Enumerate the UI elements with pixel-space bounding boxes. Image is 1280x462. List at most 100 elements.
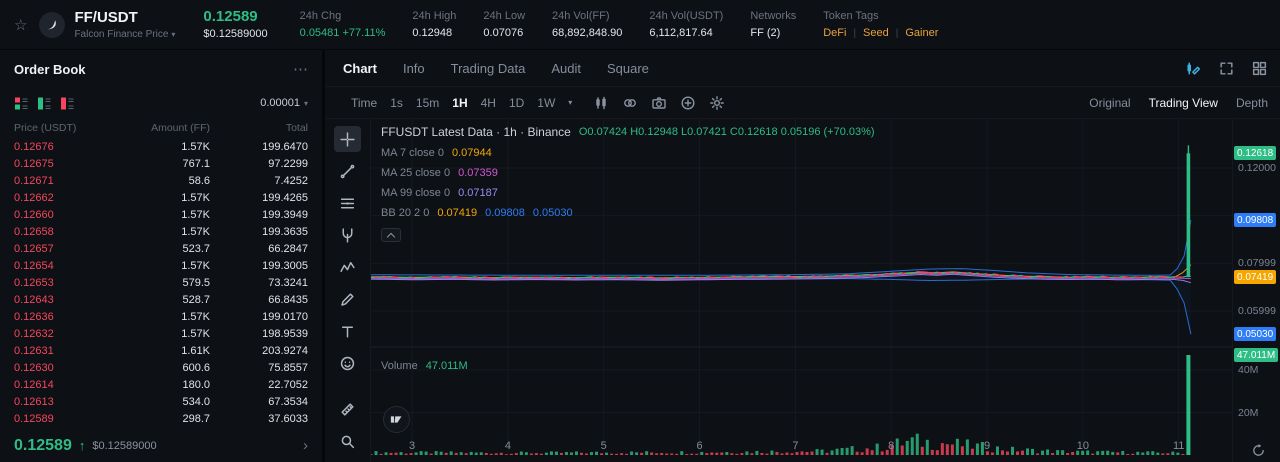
ask-total: 198.9539 bbox=[262, 327, 308, 340]
interval-4h[interactable]: 4H bbox=[481, 96, 496, 110]
interval-1w[interactable]: 1W bbox=[537, 96, 555, 110]
ask-amount: 58.6 bbox=[188, 174, 210, 187]
ask-row[interactable]: 0.12676 1.57K 199.6470 bbox=[14, 138, 308, 155]
stat-label: 24h High bbox=[412, 10, 457, 22]
add-indicator-icon[interactable] bbox=[680, 95, 696, 111]
token-tag-gainer[interactable]: Gainer bbox=[905, 27, 938, 39]
mode-original[interactable]: Original bbox=[1089, 96, 1130, 110]
stat-label: 24h Chg bbox=[299, 10, 342, 22]
token-tag-seed[interactable]: Seed bbox=[863, 27, 889, 39]
pair-subtitle[interactable]: Falcon Finance Price ▾ bbox=[74, 29, 175, 40]
tab-square[interactable]: Square bbox=[607, 61, 649, 76]
ask-total: 75.8557 bbox=[268, 361, 308, 374]
ob-view-bids-icon[interactable] bbox=[37, 96, 52, 111]
chart-style-icon[interactable] bbox=[593, 95, 609, 111]
order-book-last-price: 0.12589 bbox=[14, 436, 72, 454]
interval-dropdown-caret[interactable]: ▾ bbox=[568, 98, 572, 107]
pair-header: ☆ FF/USDT Falcon Finance Price ▾ 0.12589… bbox=[0, 0, 1280, 50]
mode-trading-view[interactable]: Trading View bbox=[1149, 96, 1218, 110]
stat-24h-chg: 24h Chg 0.05481 +77.11% bbox=[300, 10, 386, 39]
order-book-controls: 0.00001 ▾ bbox=[0, 88, 322, 118]
interval-1s[interactable]: 1s bbox=[390, 96, 403, 110]
chevron-right-icon[interactable]: › bbox=[303, 437, 308, 454]
tradingview-logo[interactable] bbox=[383, 406, 410, 433]
ask-row[interactable]: 0.12657 523.7 66.2847 bbox=[14, 240, 308, 257]
zoom-tool-icon[interactable] bbox=[334, 428, 361, 454]
more-options-icon[interactable]: ⋯ bbox=[293, 60, 308, 78]
precision-dropdown[interactable]: 0.00001 ▾ bbox=[260, 97, 308, 109]
ask-row[interactable]: 0.12675 767.1 97.2299 bbox=[14, 155, 308, 172]
chart-mode-group: Original Trading View Depth bbox=[1089, 96, 1268, 110]
token-tag-defi[interactable]: DeFi bbox=[823, 27, 846, 39]
ask-price: 0.12662 bbox=[14, 191, 54, 204]
ask-row[interactable]: 0.12632 1.57K 198.9539 bbox=[14, 325, 308, 342]
ask-total: 73.3241 bbox=[268, 276, 308, 289]
falcon-mark-icon bbox=[47, 19, 57, 29]
ask-price: 0.12675 bbox=[14, 157, 54, 170]
ask-total: 199.3635 bbox=[262, 225, 308, 238]
chart-canvas[interactable]: 3 4 5 6 7 8 9 10 11 FFUSDT Latest Data · 1h · Bi… bbox=[371, 119, 1232, 462]
interval-1h[interactable]: 1H bbox=[452, 96, 467, 110]
fullscreen-icon[interactable] bbox=[1218, 60, 1235, 77]
emoji-tool-icon[interactable] bbox=[334, 350, 361, 376]
tab-info[interactable]: Info bbox=[403, 61, 425, 76]
stat-label: 24h Low bbox=[483, 10, 526, 22]
price-axis[interactable]: 0.12000 0.07999 0.05999 0.12618 0.09808 0.074… bbox=[1232, 119, 1280, 462]
ask-row[interactable]: 0.12660 1.57K 199.3949 bbox=[14, 206, 308, 223]
text-tool-icon[interactable] bbox=[334, 318, 361, 344]
chevron-up-icon bbox=[386, 232, 396, 241]
ask-row[interactable]: 0.12662 1.57K 199.4265 bbox=[14, 189, 308, 206]
ask-row[interactable]: 0.12654 1.57K 199.3005 bbox=[14, 257, 308, 274]
refresh-icon[interactable] bbox=[1251, 443, 1266, 458]
collapse-indicators-button[interactable] bbox=[381, 228, 401, 242]
ask-amount: 600.6 bbox=[182, 361, 210, 374]
interval-15m[interactable]: 15m bbox=[416, 96, 439, 110]
ask-total: 7.4252 bbox=[274, 174, 308, 187]
ask-amount: 180.0 bbox=[182, 378, 210, 391]
favorite-star-icon[interactable]: ☆ bbox=[14, 16, 27, 34]
main-tabs: Chart Info Trading Data Audit Square bbox=[325, 50, 1280, 86]
price-axis-badge: 0.05030 bbox=[1234, 327, 1277, 342]
compare-icon[interactable] bbox=[622, 95, 638, 111]
ask-amount: 1.57K bbox=[181, 259, 210, 272]
ask-amount: 528.7 bbox=[182, 293, 210, 306]
ask-row[interactable]: 0.12643 528.7 66.8435 bbox=[14, 291, 308, 308]
brush-tool-icon[interactable] bbox=[334, 286, 361, 312]
price-axis-tick: 0.07999 bbox=[1238, 257, 1276, 270]
ask-amount: 579.5 bbox=[182, 276, 210, 289]
crosshair-tool-icon[interactable] bbox=[334, 126, 361, 152]
svg-text:11: 11 bbox=[1173, 440, 1184, 452]
measure-tool-icon[interactable] bbox=[334, 396, 361, 422]
ask-amount: 767.1 bbox=[182, 157, 210, 170]
pattern-tool-icon[interactable] bbox=[334, 254, 361, 280]
ob-view-all-icon[interactable] bbox=[14, 96, 29, 111]
interval-1d[interactable]: 1D bbox=[509, 96, 524, 110]
ask-total: 199.6470 bbox=[262, 140, 308, 153]
ask-total: 66.2847 bbox=[268, 242, 308, 255]
price-chart[interactable]: 3 4 5 6 7 8 9 10 11 bbox=[371, 119, 1232, 462]
tab-trading-data[interactable]: Trading Data bbox=[451, 61, 526, 76]
mode-depth[interactable]: Depth bbox=[1236, 96, 1268, 110]
pitchfork-tool-icon[interactable] bbox=[334, 222, 361, 248]
order-book-column-headers: Price (USDT) Amount (FF) Total bbox=[0, 118, 322, 138]
col-total: Total bbox=[285, 122, 308, 134]
ask-row[interactable]: 0.12631 1.61K 203.9274 bbox=[14, 342, 308, 359]
trendline-tool-icon[interactable] bbox=[334, 158, 361, 184]
layout-grid-icon[interactable] bbox=[1251, 60, 1268, 77]
ask-row[interactable]: 0.12613 534.0 67.3534 bbox=[14, 393, 308, 410]
fib-tool-icon[interactable] bbox=[334, 190, 361, 216]
ask-row[interactable]: 0.12589 298.7 37.6033 bbox=[14, 410, 308, 427]
ask-row[interactable]: 0.12614 180.0 22.7052 bbox=[14, 376, 308, 393]
camera-icon[interactable] bbox=[651, 95, 667, 111]
chart-settings-icon[interactable] bbox=[709, 95, 725, 111]
ask-row[interactable]: 0.12636 1.57K 199.0170 bbox=[14, 308, 308, 325]
ask-row[interactable]: 0.12671 58.6 7.4252 bbox=[14, 172, 308, 189]
token-tags: DeFi | Seed | Gainer bbox=[823, 27, 938, 39]
tab-chart[interactable]: Chart bbox=[343, 61, 377, 76]
ask-row[interactable]: 0.12653 579.5 73.3241 bbox=[14, 274, 308, 291]
tab-audit[interactable]: Audit bbox=[551, 61, 581, 76]
ob-view-asks-icon[interactable] bbox=[60, 96, 75, 111]
ask-row[interactable]: 0.12630 600.6 75.8557 bbox=[14, 359, 308, 376]
kline-edit-icon[interactable] bbox=[1185, 60, 1202, 77]
ask-row[interactable]: 0.12658 1.57K 199.3635 bbox=[14, 223, 308, 240]
